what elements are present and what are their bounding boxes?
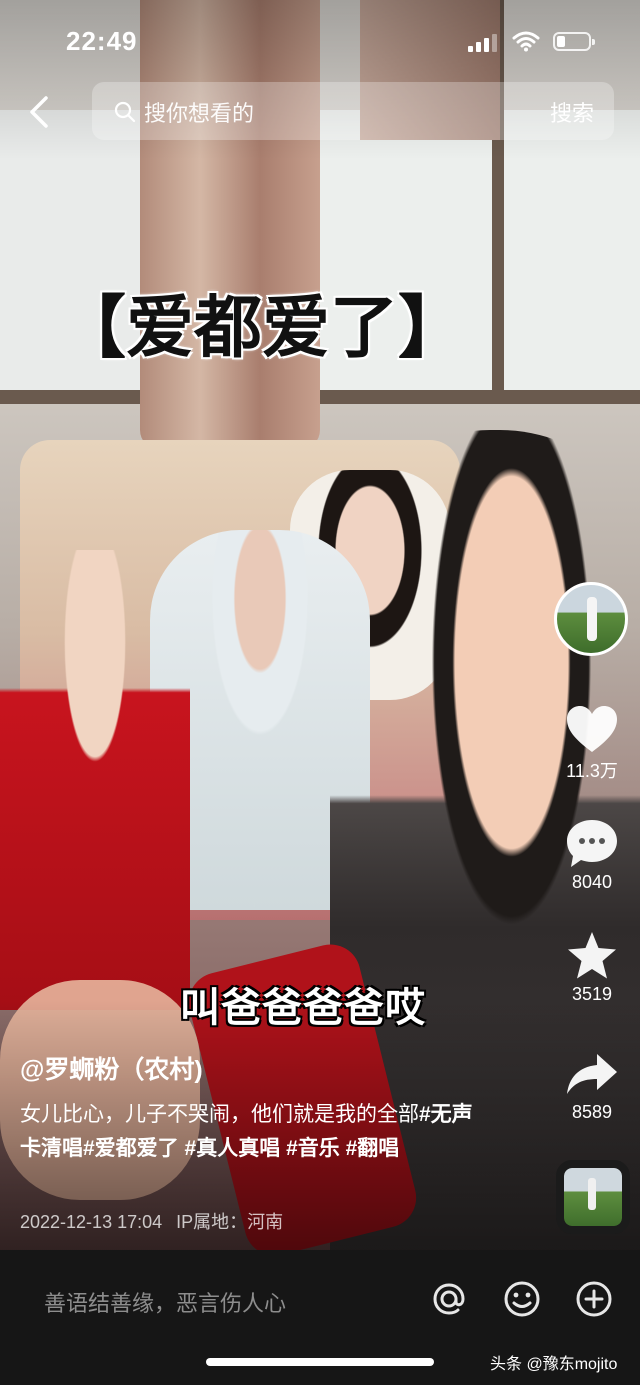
like-count: 11.3万: [566, 761, 618, 781]
favorite-count: 3519: [571, 984, 613, 1004]
home-indicator[interactable]: [206, 1358, 434, 1366]
favorite-button[interactable]: 3519: [557, 930, 627, 1005]
share-icon: [567, 1054, 617, 1094]
hashtag[interactable]: #音乐: [286, 1137, 340, 1160]
comment-button[interactable]: 8040: [557, 818, 627, 893]
wifi-icon: [512, 31, 540, 52]
search-button[interactable]: 搜索: [550, 96, 594, 128]
author-name[interactable]: @罗蛳粉（农村): [20, 1050, 203, 1086]
signal-icon: [468, 34, 500, 52]
hashtag[interactable]: #爱都爱了: [83, 1137, 179, 1160]
like-button[interactable]: 11.3万: [557, 705, 627, 783]
search-icon: [114, 101, 136, 123]
share-button[interactable]: 8589: [557, 1050, 627, 1123]
at-icon[interactable]: [430, 1280, 468, 1318]
ip-location: IP属地：河南: [176, 1212, 284, 1232]
heart-icon: [567, 706, 617, 752]
caption-text: 女儿比心，儿子不哭闹，他们就是我的全部: [20, 1103, 419, 1126]
battery-icon: [553, 32, 595, 51]
back-icon[interactable]: [24, 94, 54, 130]
post-caption: 女儿比心，儿子不哭闹，他们就是我的全部#无声卡清唱#爱都爱了 #真人真唱 #音乐…: [20, 1098, 490, 1166]
video-overlay-title: 【爱都爱了】: [58, 289, 467, 368]
post-meta: 2022-12-13 17:04 IP属地：河南: [20, 1208, 283, 1234]
music-disc[interactable]: [556, 1160, 630, 1234]
emoji-icon[interactable]: [503, 1280, 541, 1318]
author-avatar[interactable]: [554, 582, 628, 656]
star-icon: [568, 932, 616, 979]
status-time: 22:49: [66, 26, 138, 56]
window-frame: [0, 390, 640, 404]
person-girl: [0, 550, 190, 1010]
share-count: 8589: [571, 1102, 613, 1122]
plus-icon[interactable]: [575, 1280, 613, 1318]
hashtag[interactable]: #真人真唱: [185, 1137, 281, 1160]
comment-bar: 善语结善缘，恶言伤人心 头条 @豫东mojito: [0, 1250, 640, 1385]
search-placeholder[interactable]: 搜你想看的: [144, 96, 254, 128]
comment-input[interactable]: 善语结善缘，恶言伤人心: [44, 1286, 286, 1318]
lyric-subtitle: 叫爸爸爸爸哎: [180, 986, 426, 1030]
comment-icon: [567, 820, 617, 867]
comment-count: 8040: [571, 872, 613, 892]
hashtag[interactable]: #翻唱: [346, 1137, 400, 1160]
watermark: 头条 @豫东mojito: [490, 1356, 618, 1373]
status-bar: 22:49: [0, 0, 640, 80]
search-bar[interactable]: 搜你想看的 搜索: [92, 82, 614, 140]
post-date: 2022-12-13 17:04: [20, 1212, 163, 1232]
